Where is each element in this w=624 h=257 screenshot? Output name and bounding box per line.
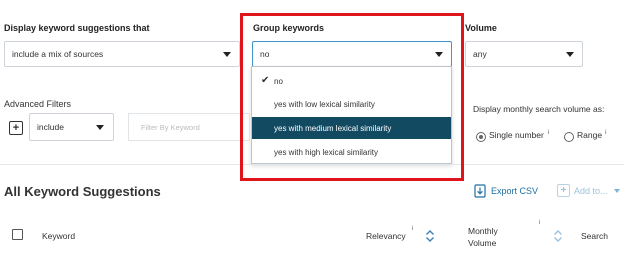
option-no[interactable]: ✔ no — [252, 70, 451, 92]
display-suggestions-value: include a mix of sources — [12, 49, 104, 59]
info-icon: i — [539, 220, 541, 226]
sort-icon[interactable] — [425, 229, 435, 243]
display-suggestions-select[interactable]: include a mix of sources — [4, 41, 240, 67]
select-all-checkbox[interactable] — [12, 229, 23, 240]
add-to-label: Add to... — [574, 185, 608, 196]
option-medium-similarity-label: yes with medium lexical similarity — [274, 123, 392, 133]
info-icon: i — [605, 130, 607, 137]
add-filter-button[interactable]: + — [9, 121, 23, 135]
include-value: include — [37, 122, 64, 132]
checkmark-icon: ✔ — [261, 75, 270, 86]
option-no-label: no — [274, 76, 283, 86]
range-radio[interactable] — [564, 132, 574, 142]
range-label: Range i — [577, 130, 607, 140]
info-icon: i — [412, 226, 414, 232]
info-icon: i — [547, 130, 550, 137]
plus-icon: + — [557, 184, 570, 197]
filter-keyword-input[interactable]: Filter By Keyword — [128, 113, 250, 141]
volume-select[interactable]: any — [465, 41, 583, 67]
chevron-down-icon — [435, 52, 443, 57]
column-monthly-volume[interactable]: Monthly Volume — [468, 225, 498, 249]
single-number-label: Single number i — [489, 130, 550, 140]
advanced-filters-label: Advanced Filters — [4, 99, 72, 109]
chevron-down-icon — [223, 52, 231, 57]
download-icon — [474, 184, 486, 198]
sort-icon[interactable] — [553, 229, 563, 243]
chevron-down-icon — [613, 188, 620, 193]
suggestions-title: All Keyword Suggestions — [4, 184, 161, 199]
group-keywords-value: no — [260, 49, 270, 59]
volume-value: any — [473, 49, 487, 59]
single-number-radio[interactable] — [476, 132, 486, 142]
display-suggestions-label: Display keyword suggestions that — [4, 23, 150, 33]
group-keywords-dropdown: ✔ no yes with low lexical similarity yes… — [251, 66, 452, 164]
column-search[interactable]: Search — [581, 231, 608, 241]
divider — [0, 164, 624, 165]
column-keyword[interactable]: Keyword — [42, 231, 75, 241]
add-to-button[interactable]: + Add to... — [557, 184, 620, 197]
volume-label: Volume — [465, 23, 497, 33]
filter-keyword-placeholder: Filter By Keyword — [141, 122, 200, 132]
chevron-down-icon — [566, 52, 574, 57]
include-select[interactable]: include — [29, 113, 114, 141]
option-high-similarity-label: yes with high lexical similarity — [274, 147, 379, 157]
option-high-similarity[interactable]: yes with high lexical similarity — [252, 141, 451, 163]
option-medium-similarity[interactable]: yes with medium lexical similarity — [252, 117, 451, 139]
monthly-volume-label: Display monthly search volume as: — [473, 104, 605, 114]
export-csv-label: Export CSV — [491, 186, 539, 196]
column-relevancy[interactable]: Relevancy — [366, 231, 406, 241]
chevron-down-icon — [96, 125, 104, 130]
group-keywords-select[interactable]: no — [252, 41, 452, 67]
group-keywords-label: Group keywords — [253, 23, 325, 33]
option-low-similarity[interactable]: yes with low lexical similarity — [252, 93, 451, 115]
export-csv-button[interactable]: Export CSV — [474, 184, 538, 198]
option-low-similarity-label: yes with low lexical similarity — [274, 99, 375, 109]
